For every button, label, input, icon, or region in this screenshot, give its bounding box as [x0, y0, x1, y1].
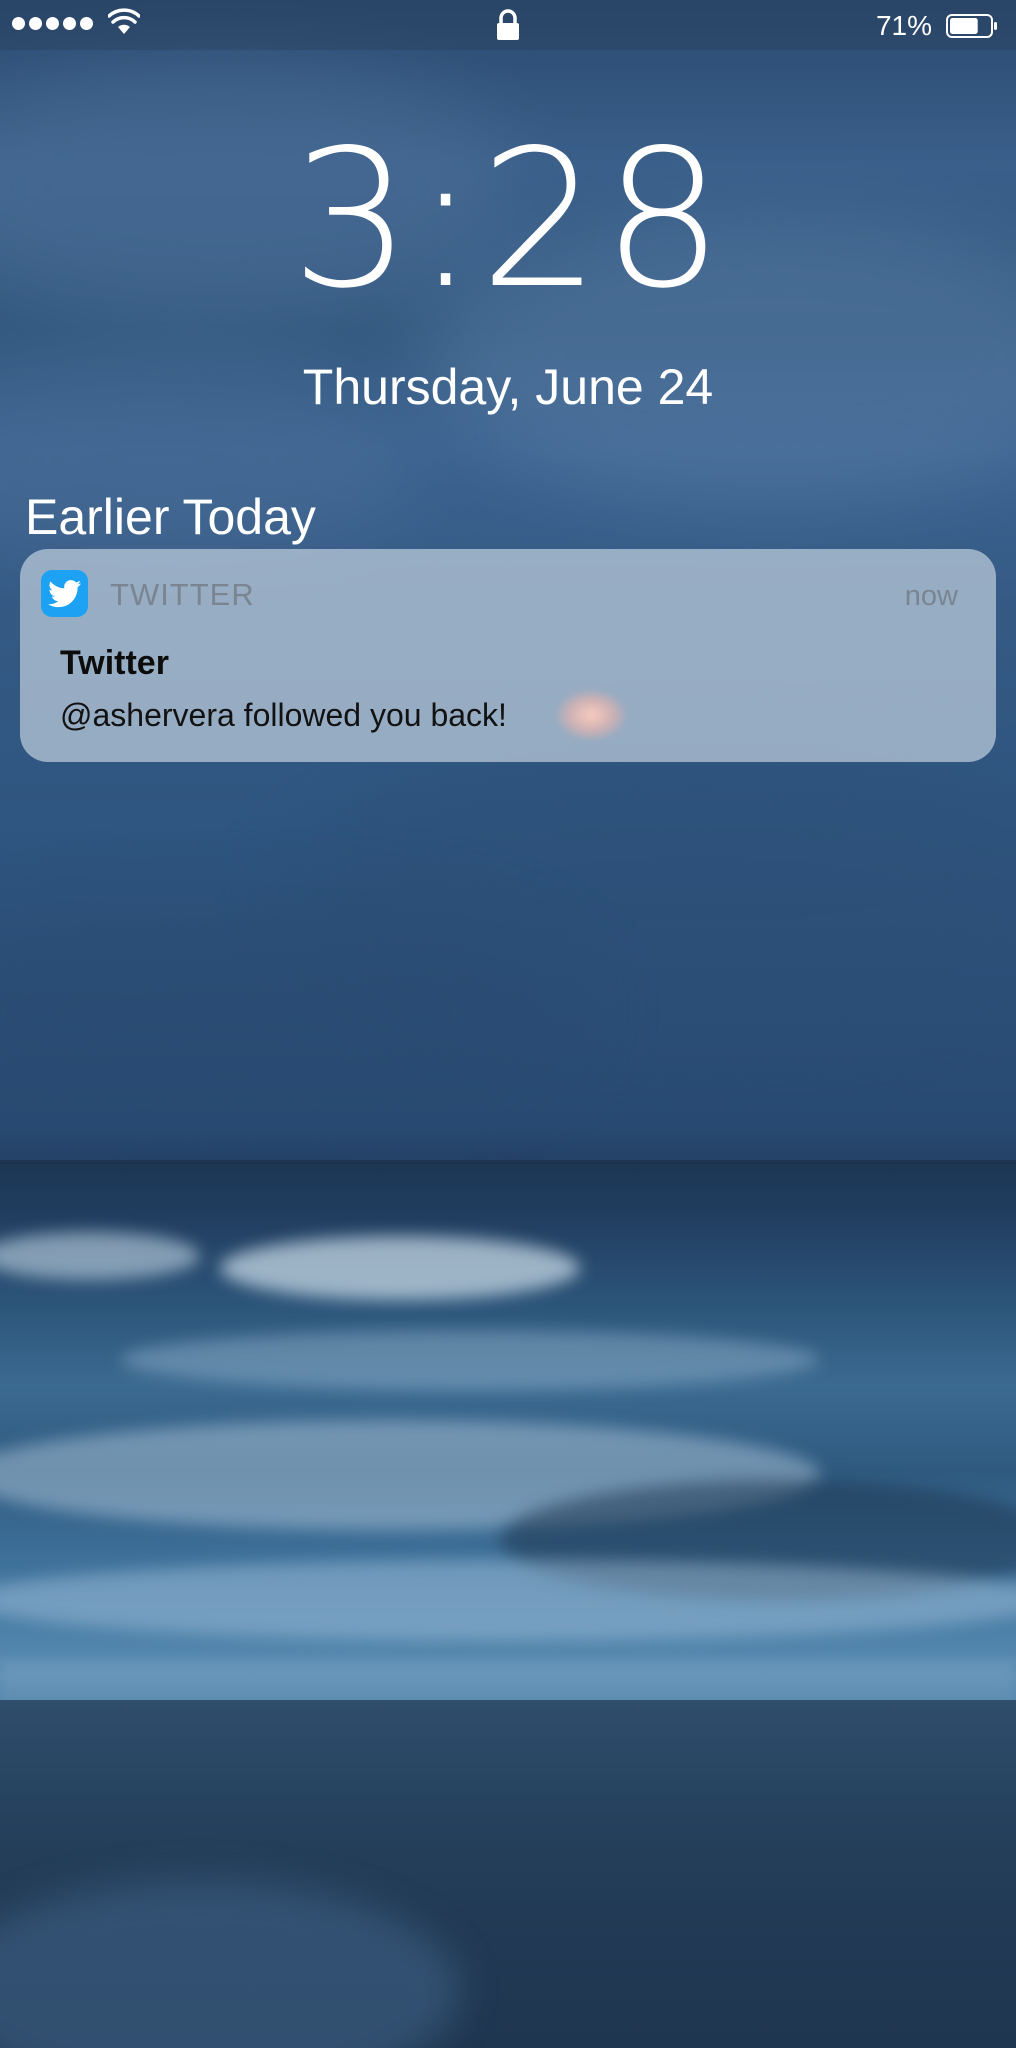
twitter-bird-icon	[41, 570, 88, 617]
notification-title: Twitter	[60, 644, 169, 682]
lock-screen: 71% 3:28 Thursday, June 24 Earlier Today…	[0, 0, 1016, 2048]
notification-app-name: TWITTER	[110, 577, 255, 612]
notification-time: now	[904, 580, 958, 612]
battery-percentage: 71%	[875, 10, 932, 41]
cellular-signal-icon	[12, 17, 93, 30]
notification-card[interactable]: TWITTER now Twitter @ashervera followed …	[20, 549, 996, 762]
lock-screen-date: Thursday, June 24	[302, 359, 714, 415]
lock-icon	[497, 9, 519, 40]
notification-section-title: Earlier Today	[25, 489, 316, 545]
battery-icon	[946, 14, 997, 38]
status-bar: 71%	[0, 0, 1016, 50]
wifi-icon	[108, 8, 140, 34]
notification-header: TWITTER now	[20, 549, 996, 641]
lock-screen-time: 3:28	[290, 109, 726, 330]
notification-body: @ashervera followed you back!	[60, 697, 507, 733]
moon-glow	[556, 690, 626, 740]
